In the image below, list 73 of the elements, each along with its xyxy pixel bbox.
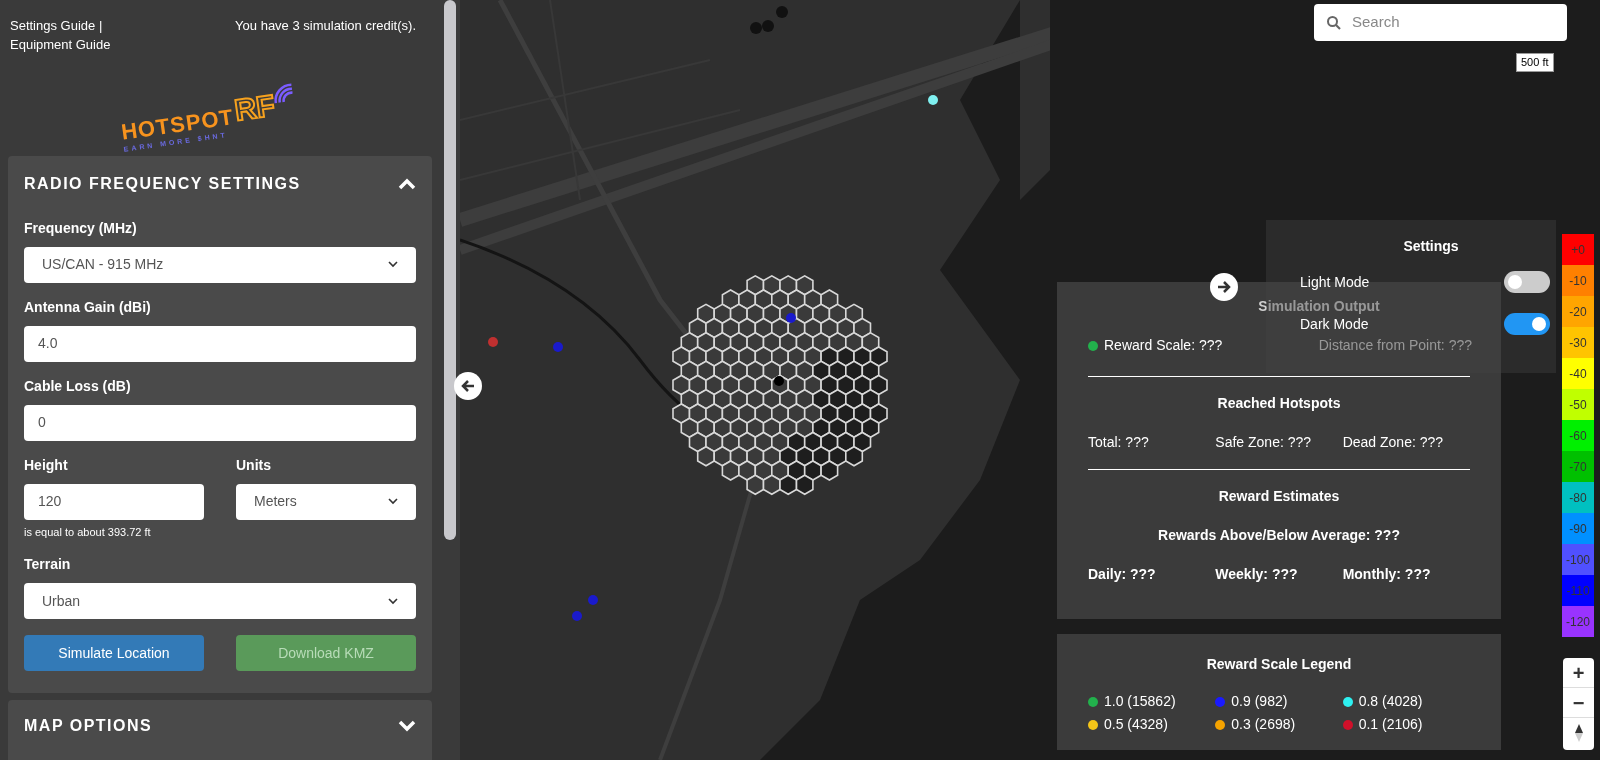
signal-level-swatch: -80 [1562,482,1594,513]
guide-link[interactable]: Settings Guide [10,18,96,33]
hotspot-count: Total: ??? [1088,433,1150,452]
arrow-right-icon [1216,279,1232,295]
logo-accent: RF [232,87,278,129]
link-separator: | [97,18,103,33]
input-field[interactable]: 0 [24,404,416,441]
conversion-note: is equal to about 393.72 ft [24,524,152,540]
signal-level-swatch: +0 [1562,234,1594,265]
search-icon [1326,14,1342,31]
toggle-label: Light Mode [1300,272,1370,292]
scale-label: 500 ft [1516,53,1554,72]
signal-level-swatch: -30 [1562,327,1594,358]
signal-level-swatch: -100 [1562,544,1594,575]
signal-level-swatch: -50 [1562,389,1594,420]
reward-estimate: Weekly: ??? [1215,565,1299,584]
signal-level-swatch: -20 [1562,296,1594,327]
signal-level-swatch: -60 [1562,420,1594,451]
hotspot-count: Dead Zone: ??? [1342,433,1445,452]
average-text: Rewards Above/Below Average: ??? [1158,526,1400,545]
search-field[interactable]: Search [1314,4,1567,41]
field-label: Cable Loss (dB) [24,376,132,396]
signal-level-swatch: -120 [1562,606,1594,637]
dropdown-field[interactable]: Urban [24,583,416,619]
arrow-left-icon [460,378,476,394]
toggle-switch[interactable] [1504,271,1550,293]
dropdown-field[interactable]: Meters [236,483,416,520]
dropdown-field[interactable]: US/CAN - 915 MHz [24,246,416,283]
input-field[interactable]: 120 [24,483,204,520]
reward-estimate: Daily: ??? [1088,565,1157,584]
caret-icon [388,498,398,505]
signal-level-swatch: -10 [1562,265,1594,296]
section-title: Reward Estimates [1218,487,1340,506]
field-label: Height [24,455,69,475]
panel-title: Settings [1403,237,1459,256]
field-label: Terrain [24,555,72,574]
card-title: MAP OPTIONS [24,716,153,736]
legend-label: 0.1 (2106) [1358,715,1423,734]
distance-text: Distance from Point: ??? [1318,336,1472,355]
panel-title: Simulation Output [1258,297,1380,316]
signal-level-swatch: -40 [1562,358,1594,389]
scrollbar-thumb[interactable] [444,0,456,540]
signal-level-swatch: -110 [1562,575,1594,606]
legend-label: 0.3 (2698) [1231,715,1296,734]
hotspot-count: Safe Zone: ??? [1215,433,1313,452]
field-label: Units [236,455,272,475]
signal-level-swatch: -90 [1562,513,1594,544]
legend-label: 1.0 (15862) [1104,692,1176,711]
panel-title: Reward Scale Legend [1206,655,1352,674]
reward-estimate: Monthly: ??? [1342,565,1432,584]
simulate-button[interactable]: Simulate Location [24,635,204,671]
expand-panel-button[interactable] [1210,273,1238,301]
guide-link[interactable]: Equipment Guide [10,37,111,52]
reward-scale-text: Reward Scale: ??? [1104,336,1223,355]
chevron-down-icon[interactable] [398,720,416,732]
legend-label: 0.9 (982) [1231,692,1288,711]
legend-label: 0.5 (4328) [1104,715,1168,734]
compass-icon [1573,723,1584,743]
card-title: RADIO FREQUENCY SETTINGS [24,173,301,194]
credits-text: You have 3 simulation credit(s). [235,17,416,35]
signal-level-swatch: -70 [1562,451,1594,482]
chevron-up-icon[interactable] [398,177,416,190]
caret-icon [388,261,398,268]
section-title: Reached Hotspots [1217,394,1341,413]
zoom-out-button[interactable]: − [1563,688,1594,718]
caret-icon [388,597,398,605]
toggle-switch[interactable] [1504,313,1550,335]
toggle-label: Dark Mode [1300,314,1369,334]
zoom-in-button[interactable]: + [1563,658,1594,688]
legend-label: 0.8 (4028) [1358,692,1423,711]
field-label: Antenna Gain (dBi) [24,297,152,317]
field-label: Frequency (MHz) [24,218,138,238]
input-field[interactable]: 4.0 [24,325,416,362]
